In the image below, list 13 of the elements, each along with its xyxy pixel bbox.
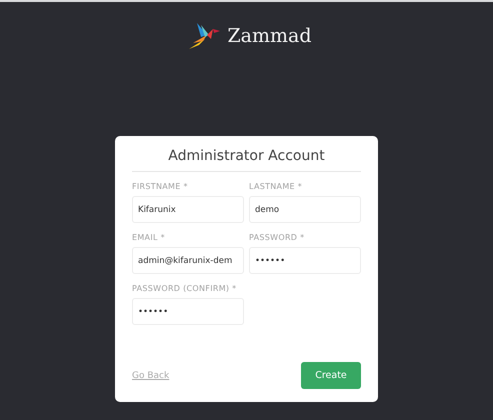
card-title: Administrator Account xyxy=(132,148,361,172)
input-field[interactable]: •••••• xyxy=(249,247,361,274)
field-label: LASTNAME * xyxy=(249,182,304,191)
logo-text: Zammad xyxy=(227,25,312,47)
field-label: EMAIL * xyxy=(132,233,166,242)
input-field[interactable]: •••••• xyxy=(132,298,244,325)
logo-icon xyxy=(187,21,222,51)
field-label: FIRSTNAME * xyxy=(132,182,189,191)
input-field[interactable]: Kifarunix xyxy=(132,196,244,223)
input-field[interactable]: admin@kifarunix-dem xyxy=(132,247,244,274)
input-field[interactable]: demo xyxy=(249,196,361,223)
field-label: PASSWORD * xyxy=(249,233,306,242)
field-label: PASSWORD (CONFIRM) * xyxy=(132,284,238,293)
